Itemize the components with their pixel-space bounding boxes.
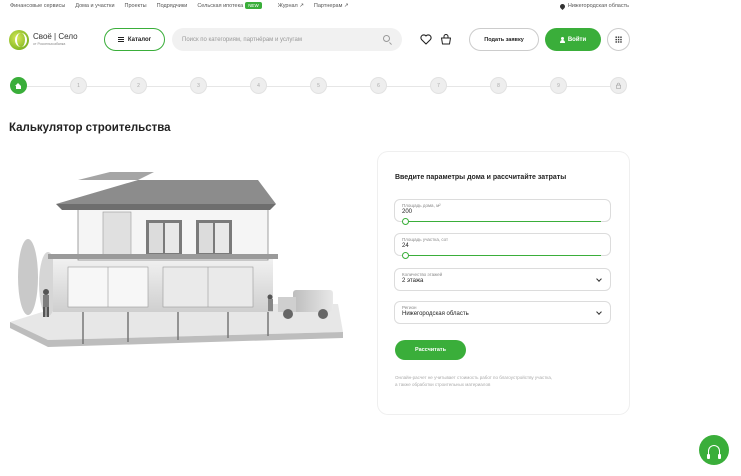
headset-icon: [707, 444, 721, 459]
step-3[interactable]: 3: [190, 77, 207, 94]
login-button[interactable]: Войти: [545, 28, 601, 51]
plot-area-slider-knob[interactable]: [402, 252, 409, 259]
apps-grid-button[interactable]: [607, 28, 630, 51]
floors-label: Количество этажей: [402, 272, 443, 277]
step-8[interactable]: 8: [490, 77, 507, 94]
step-final[interactable]: [610, 77, 627, 94]
plot-area-label: Площадь участка, сот: [402, 237, 449, 242]
house-area-slider-knob[interactable]: [402, 218, 409, 225]
user-icon: [559, 36, 565, 43]
catalog-button[interactable]: Каталог: [104, 28, 165, 51]
topnav-link-projects[interactable]: Проекты: [125, 3, 147, 9]
logo-title: Своё | Село: [33, 32, 78, 42]
logo[interactable]: Своё | Село от Россельхозбанка: [9, 30, 78, 50]
login-button-label: Войти: [567, 36, 587, 43]
house-area-field[interactable]: Площадь дома, м² 200: [394, 199, 611, 225]
page: Финансовые сервисы Дома и участки Проект…: [0, 0, 741, 476]
grid-icon: [615, 36, 622, 43]
house-illustration: [10, 172, 343, 347]
topnav-link-mortgage-label: Сельская ипотека: [197, 3, 244, 9]
lock-icon: [616, 82, 621, 89]
house-area-slider-track[interactable]: [404, 221, 601, 222]
logo-mark-icon: [9, 30, 29, 50]
plot-area-field[interactable]: Площадь участка, сот 24: [394, 233, 611, 259]
calculate-button[interactable]: Рассчитать: [395, 340, 466, 360]
topnav-link-finance[interactable]: Финансовые сервисы: [10, 3, 65, 9]
support-chat-button[interactable]: [699, 435, 729, 465]
top-nav: Финансовые сервисы Дома и участки Проект…: [0, 0, 741, 12]
step-home[interactable]: [10, 77, 27, 94]
calculator-card: Введите параметры дома и рассчитайте зат…: [378, 152, 629, 414]
menu-icon: [117, 37, 124, 42]
topnav-link-contractors[interactable]: Подрядчики: [157, 3, 188, 9]
step-5[interactable]: 5: [310, 77, 327, 94]
topnav-link-journal[interactable]: Журнал ↗: [278, 3, 304, 9]
region-selector[interactable]: Нижегородская область: [558, 2, 629, 10]
region-field-label: Регион: [402, 305, 417, 310]
page-title: Калькулятор строительства: [9, 122, 171, 134]
step-1[interactable]: 1: [70, 77, 87, 94]
search-input[interactable]: Поиск по категориям, партнёрам и услугам: [172, 28, 402, 51]
search-placeholder: Поиск по категориям, партнёрам и услугам: [182, 36, 302, 43]
search-icon[interactable]: [383, 35, 390, 42]
calculator-heading: Введите параметры дома и рассчитайте зат…: [395, 174, 567, 181]
new-badge: NEW: [245, 2, 262, 9]
floors-value: 2 этажа: [402, 278, 424, 284]
region-field-value: Нижегородская область: [402, 311, 469, 317]
house-area-label: Площадь дома, м²: [402, 203, 441, 208]
heart-icon[interactable]: [420, 34, 432, 45]
plot-area-value: 24: [402, 243, 409, 249]
calculator-disclaimer: Онлайн-расчет не учитывает стоимость раб…: [395, 375, 553, 387]
house-area-value: 200: [402, 209, 413, 215]
location-pin-icon: [558, 2, 566, 10]
floors-select[interactable]: Количество этажей 2 этажа: [394, 268, 611, 291]
progress-stepper: 1 2 3 4 5 6 7 8 9: [10, 77, 630, 95]
plot-area-slider-track[interactable]: [404, 255, 601, 256]
topnav-link-partners[interactable]: Партнерам ↗: [314, 3, 349, 9]
catalog-button-label: Каталог: [127, 36, 152, 43]
step-9[interactable]: 9: [550, 77, 567, 94]
topnav-link-mortgage[interactable]: Сельская ипотека NEW: [197, 2, 262, 9]
step-7[interactable]: 7: [430, 77, 447, 94]
logo-subtitle: от Россельхозбанка: [33, 42, 66, 47]
topnav-link-houses[interactable]: Дома и участки: [75, 3, 114, 9]
step-6[interactable]: 6: [370, 77, 387, 94]
cart-icon[interactable]: [440, 34, 452, 45]
home-icon: [15, 82, 22, 89]
step-4[interactable]: 4: [250, 77, 267, 94]
step-2[interactable]: 2: [130, 77, 147, 94]
header: Своё | Село от Россельхозбанка Каталог П…: [0, 24, 741, 56]
region-label: Нижегородская область: [567, 3, 629, 9]
region-select[interactable]: Регион Нижегородская область: [394, 301, 611, 324]
submit-request-button[interactable]: Подать заявку: [469, 28, 539, 51]
